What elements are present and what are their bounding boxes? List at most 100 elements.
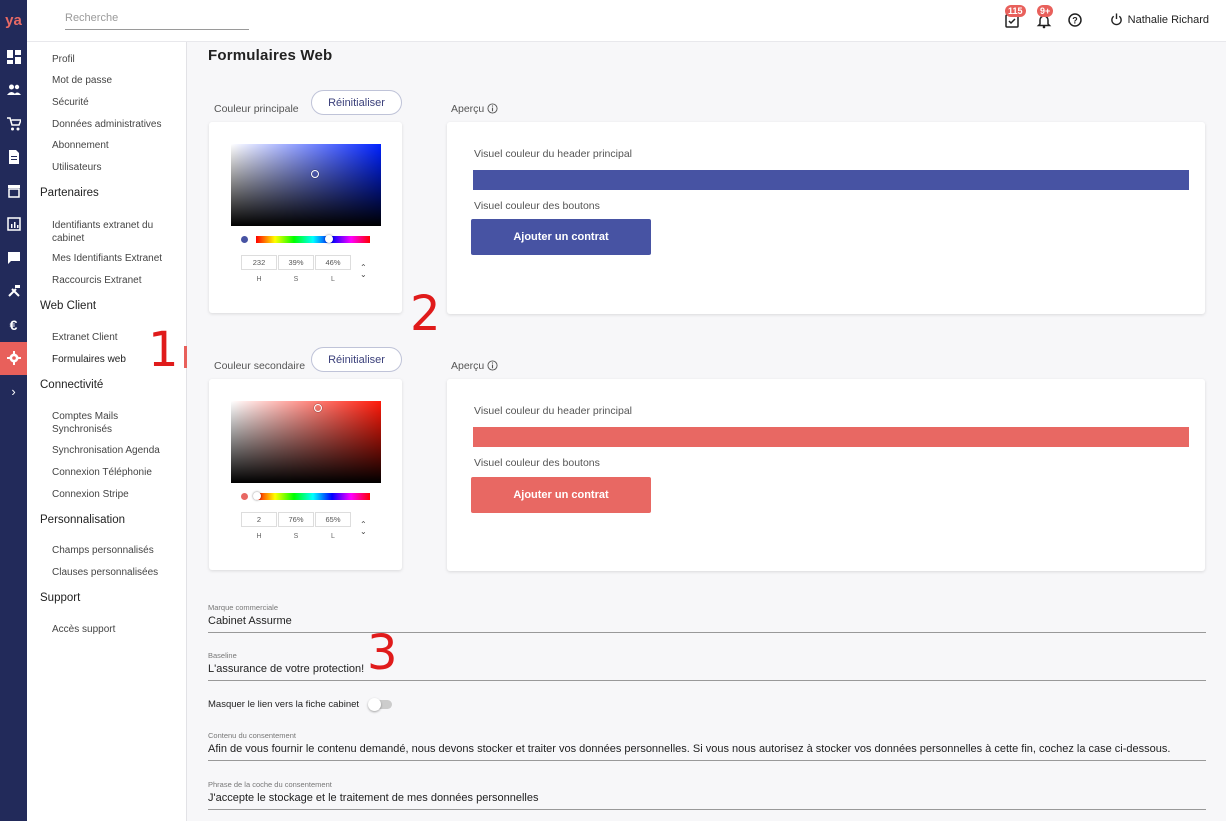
baseline-value: L'assurance de votre protection! (208, 663, 365, 675)
sidebar-item-profil[interactable]: Profil (52, 53, 182, 66)
secondary-preview-card: Visuel couleur du header principal Visue… (447, 379, 1205, 571)
users-icon[interactable] (0, 74, 27, 108)
sidebar-head-partenaires: Partenaires (40, 187, 99, 199)
consent-phrase-field[interactable]: Phrase de la coche du consentement J'acc… (208, 780, 1206, 810)
primary-preview-label: Aperçu (451, 103, 498, 115)
settings-icon[interactable] (0, 341, 27, 375)
consent-phrase-value: J'accepte le stockage et le traitement d… (208, 792, 539, 804)
primary-color-picker: 232 39% 46% H S L ⌃ ⌄ (209, 122, 402, 313)
chevron-right-icon[interactable]: › (0, 375, 27, 409)
primary-s-input[interactable]: 39% (278, 255, 314, 270)
primary-hue-slider[interactable] (256, 235, 370, 243)
primary-saturation-handle[interactable] (311, 169, 320, 178)
primary-saturation-panel[interactable] (231, 144, 381, 226)
store-icon[interactable] (0, 174, 27, 208)
masquer-lien-row: Masquer le lien vers la fiche cabinet (208, 697, 392, 711)
message-icon[interactable] (0, 241, 27, 275)
euro-icon[interactable]: € (0, 308, 27, 342)
power-icon (1110, 13, 1122, 26)
marque-commerciale-value: Cabinet Assurme (208, 615, 292, 627)
app-rail: ya € › (0, 0, 27, 821)
secondary-reset-button[interactable]: Réinitialiser (311, 347, 402, 372)
app-logo[interactable]: ya (0, 0, 27, 40)
sidebar-item-acces-support[interactable]: Accès support (52, 623, 182, 636)
secondary-preview-label: Aperçu (451, 360, 498, 372)
annotation-1: 1 (148, 322, 179, 378)
primary-format-toggle-icon[interactable]: ⌃ ⌄ (360, 264, 367, 279)
sidebar-item-mot-de-passe[interactable]: Mot de passe (52, 74, 182, 87)
sidebar-item-clauses-personnalisees[interactable]: Clauses personnalisées (52, 566, 182, 579)
sidebar-head-connectivite: Connectivité (40, 379, 104, 391)
secondary-l-label: L (331, 533, 335, 540)
primary-color-label: Couleur principale (214, 103, 299, 115)
sidebar-item-abonnement[interactable]: Abonnement (52, 139, 182, 152)
primary-s-label: S (293, 276, 299, 283)
tasks-icon[interactable]: 115 (1003, 5, 1026, 29)
consent-phrase-label: Phrase de la coche du consentement (208, 780, 332, 789)
sidebar-item-comptes-mails[interactable]: Comptes Mails Synchronisés (52, 410, 142, 436)
consent-content-value: Afin de vous fournir le contenu demandé,… (208, 743, 1171, 755)
sidebar-item-synchronisation-agenda[interactable]: Synchronisation Agenda (52, 444, 182, 457)
secondary-hue-slider[interactable] (253, 492, 370, 500)
annotation-2: 2 (410, 286, 441, 342)
secondary-header-visual-label: Visuel couleur du header principal (474, 405, 632, 417)
primary-preview-card: Visuel couleur du header principal Visue… (447, 122, 1205, 314)
consent-content-field[interactable]: Contenu du consentement Afin de vous fou… (208, 731, 1206, 761)
marque-commerciale-label: Marque commerciale (208, 603, 279, 612)
primary-buttons-visual-label: Visuel couleur des boutons (474, 200, 600, 212)
sidebar-item-connexion-telephonie[interactable]: Connexion Téléphonie (52, 466, 182, 479)
masquer-lien-toggle[interactable] (367, 697, 392, 711)
sidebar-item-connexion-stripe[interactable]: Connexion Stripe (52, 488, 182, 501)
sidebar-item-utilisateurs[interactable]: Utilisateurs (52, 161, 182, 174)
topbar: Recherche 115 9+ ? Nathalie Richard (27, 0, 1226, 42)
user-menu[interactable]: Nathalie Richard (1110, 13, 1209, 26)
primary-hue-thumb[interactable] (324, 235, 333, 243)
sidebar-item-champs-personnalises[interactable]: Champs personnalisés (52, 544, 182, 557)
search-input[interactable]: Recherche (65, 10, 249, 30)
sidebar-item-donnees-administratives[interactable]: Données administratives (52, 118, 182, 131)
cart-icon[interactable] (0, 107, 27, 141)
secondary-format-toggle-icon[interactable]: ⌃ ⌄ (360, 521, 367, 536)
primary-reset-button[interactable]: Réinitialiser (311, 90, 402, 115)
secondary-color-picker: 2 76% 65% H S L ⌃ ⌄ (209, 379, 402, 570)
document-icon[interactable] (0, 141, 27, 175)
secondary-h-label: H (256, 533, 262, 540)
dashboard-icon[interactable] (0, 40, 27, 74)
page-title: Formulaires Web (208, 47, 333, 64)
primary-header-visual-label: Visuel couleur du header principal (474, 148, 632, 160)
tools-icon[interactable] (0, 275, 27, 309)
secondary-saturation-handle[interactable] (314, 403, 323, 412)
info-icon[interactable] (487, 103, 498, 114)
secondary-hue-thumb[interactable] (253, 492, 262, 500)
secondary-s-label: S (293, 533, 299, 540)
primary-add-contract-button[interactable]: Ajouter un contrat (471, 219, 651, 255)
notifications-badge: 9+ (1037, 5, 1054, 17)
bell-icon[interactable]: 9+ (1035, 5, 1054, 29)
sidebar-item-mes-identifiants-extranet[interactable]: Mes Identifiants Extranet (52, 252, 182, 265)
secondary-s-input[interactable]: 76% (278, 512, 314, 527)
sidebar-item-raccourcis-extranet[interactable]: Raccourcis Extranet (52, 274, 182, 287)
main-content: Formulaires Web Couleur principale Réini… (187, 42, 1226, 821)
primary-l-input[interactable]: 46% (315, 255, 351, 270)
secondary-l-input[interactable]: 65% (315, 512, 351, 527)
sidebar-head-personnalisation: Personnalisation (40, 514, 126, 526)
secondary-color-swatch (241, 493, 248, 500)
report-icon[interactable] (0, 208, 27, 242)
sidebar-item-identifiants-extranet-cabinet[interactable]: Identifiants extranet du cabinet (52, 219, 164, 245)
secondary-add-contract-button[interactable]: Ajouter un contrat (471, 477, 651, 513)
primary-l-label: L (331, 276, 335, 283)
sidebar-head-support: Support (40, 592, 81, 604)
secondary-h-input[interactable]: 2 (241, 512, 277, 527)
secondary-saturation-panel[interactable] (231, 401, 381, 483)
marque-commerciale-field[interactable]: Marque commerciale Cabinet Assurme (208, 603, 1206, 633)
baseline-label: Baseline (208, 651, 237, 660)
user-name: Nathalie Richard (1127, 13, 1209, 26)
secondary-preview-text: Aperçu (451, 360, 485, 372)
consent-content-label: Contenu du consentement (208, 731, 296, 740)
info-icon[interactable] (487, 360, 498, 371)
baseline-field[interactable]: Baseline L'assurance de votre protection… (208, 651, 1206, 681)
help-icon[interactable]: ? (1066, 11, 1084, 29)
sidebar-item-securite[interactable]: Sécurité (52, 96, 182, 109)
annotation-3: 3 (367, 625, 398, 681)
primary-h-input[interactable]: 232 (241, 255, 277, 270)
